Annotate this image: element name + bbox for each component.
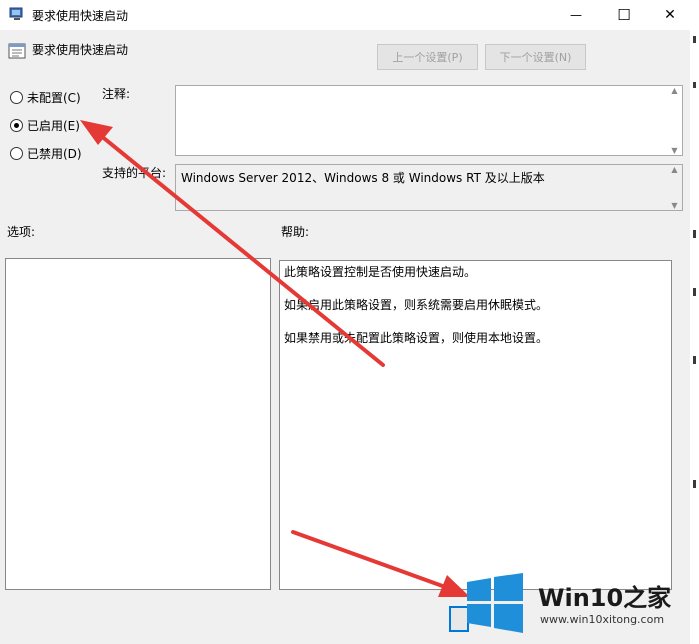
radio-label: 未配置(C) [27,91,81,105]
help-panel: 此策略设置控制是否使用快速启动。 如果启用此策略设置，则系统需要启用休眠模式。 … [279,260,672,590]
options-panel [5,258,271,590]
comment-label: 注释: [102,87,131,101]
scroll-down-icon[interactable]: ▼ [671,146,677,155]
help-label: 帮助: [281,225,310,239]
policy-setting-icon [8,43,26,59]
watermark-url: www.win10xitong.com [540,613,665,626]
help-paragraph: 此策略设置控制是否使用快速启动。 [284,265,477,279]
policy-app-icon [9,7,23,20]
maximize-button[interactable]: ☐ [601,0,647,30]
comment-textarea[interactable]: ▲ ▼ [175,85,683,156]
comment-scrollbar[interactable]: ▲ ▼ [667,86,682,155]
radio-not-configured[interactable]: 未配置(C) [10,89,81,106]
radio-disabled[interactable]: 已禁用(D) [10,145,82,162]
setting-title: 要求使用快速启动 [32,43,129,57]
next-setting-button[interactable]: 下一个设置(N) [485,44,586,70]
watermark-brand: Win10之家 [538,584,672,612]
close-button[interactable]: ✕ [647,0,693,30]
platform-value: Windows Server 2012、Windows 8 或 Windows … [181,171,545,185]
windows-logo-icon [467,573,523,633]
radio-checked-icon [10,119,23,132]
options-label: 选项: [7,225,36,239]
window-edge [690,30,699,644]
scroll-up-icon[interactable]: ▲ [671,165,677,174]
radio-enabled[interactable]: 已启用(E) [10,117,80,134]
minimize-button[interactable]: — [553,0,599,30]
help-paragraph: 如果启用此策略设置，则系统需要启用休眠模式。 [284,298,549,312]
platform-label: 支持的平台: [102,166,167,180]
window-title: 要求使用快速启动 [32,9,129,23]
help-paragraph: 如果禁用或未配置此策略设置，则使用本地设置。 [284,331,549,345]
radio-unchecked-icon [10,91,23,104]
close-icon: ✕ [664,7,676,23]
radio-label: 已启用(E) [27,119,80,133]
maximize-icon: ☐ [617,6,631,24]
scroll-down-icon[interactable]: ▼ [671,201,677,210]
scroll-up-icon[interactable]: ▲ [671,86,677,95]
platform-field: Windows Server 2012、Windows 8 或 Windows … [175,164,683,211]
radio-label: 已禁用(D) [27,147,82,161]
platform-scrollbar[interactable]: ▲ ▼ [667,165,682,210]
minimize-icon: — [570,8,582,22]
radio-unchecked-icon [10,147,23,160]
previous-setting-button[interactable]: 上一个设置(P) [377,44,478,70]
